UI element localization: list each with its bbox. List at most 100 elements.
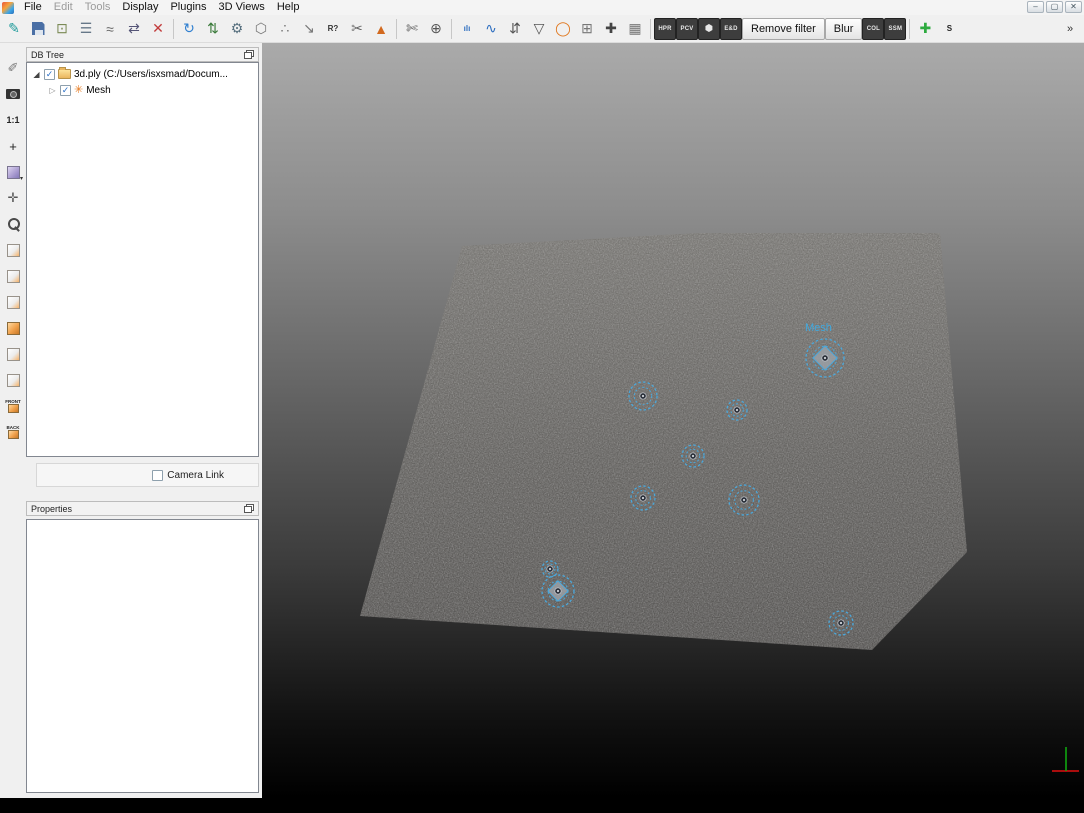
hpr-button[interactable]: HPR xyxy=(654,18,676,40)
view-bottom-button[interactable] xyxy=(2,369,24,391)
blur-button[interactable]: Blur xyxy=(825,18,863,40)
segment-button[interactable]: ✂ xyxy=(345,17,369,41)
pivot-center-button[interactable]: + xyxy=(2,135,24,157)
point-picking-button[interactable]: ⇅ xyxy=(201,17,225,41)
toolbar-overflow-button[interactable]: » xyxy=(1058,17,1082,41)
rotate-button[interactable]: ↻ xyxy=(177,17,201,41)
trace-polyline-button[interactable]: ≈ xyxy=(98,17,122,41)
3d-viewport[interactable]: Mesh xyxy=(262,43,1084,798)
front-view-button[interactable]: FRONT xyxy=(2,395,24,417)
view-back-face-button[interactable] xyxy=(2,343,24,365)
add-sf-button[interactable]: ✚ xyxy=(599,17,623,41)
view-left-button[interactable] xyxy=(2,291,24,313)
sf-gradient-button[interactable]: ∿ xyxy=(479,17,503,41)
properties-title: Properties xyxy=(31,504,72,514)
rotate-center-button[interactable]: ⊕ xyxy=(424,17,448,41)
edl-button[interactable]: E&D xyxy=(720,18,742,40)
camera-link-checkbox[interactable] xyxy=(152,470,163,481)
resample-button[interactable]: ↘ xyxy=(297,17,321,41)
save-button[interactable] xyxy=(26,17,50,41)
expander-icon[interactable]: ◢ xyxy=(32,70,41,79)
compute-normals-button[interactable]: ⚙ xyxy=(225,17,249,41)
filter-by-value-icon: ▽ xyxy=(534,20,545,37)
back-view-button[interactable]: BACK xyxy=(2,421,24,443)
open-button[interactable]: ✎ xyxy=(2,17,26,41)
pcv-button[interactable]: PCV xyxy=(676,18,698,40)
mesh-checkbox[interactable]: ✓ xyxy=(60,85,71,96)
menu-tools[interactable]: Tools xyxy=(79,0,117,15)
toolbar-separator xyxy=(909,19,910,39)
tree-row-mesh[interactable]: ▷ ✓ ✳ Mesh xyxy=(27,82,258,98)
grid-button[interactable]: ▦ xyxy=(623,17,647,41)
sphere-tool-icon: ◯ xyxy=(555,20,571,37)
menu-display[interactable]: Display xyxy=(116,0,164,15)
maximize-button[interactable]: ▢ xyxy=(1046,1,1063,13)
delete-icon: ✕ xyxy=(152,20,164,37)
properties-list-icon: ☰ xyxy=(80,20,93,37)
minimize-button[interactable]: – xyxy=(1027,1,1044,13)
s-tool-button[interactable]: S xyxy=(937,17,961,41)
trace-polyline-icon: ≈ xyxy=(106,21,114,37)
float-panel-icon[interactable] xyxy=(244,504,254,513)
sphere-tool-button[interactable]: ◯ xyxy=(551,17,575,41)
green-plus-icon: ✚ xyxy=(919,20,931,37)
float-panel-icon[interactable] xyxy=(244,50,254,59)
view-top-button[interactable] xyxy=(2,239,24,261)
pan-button[interactable]: ✛ xyxy=(2,187,24,209)
db-tree-title: DB Tree xyxy=(31,50,64,60)
view-right-button[interactable] xyxy=(2,317,24,339)
iso-view-button[interactable]: ▾ xyxy=(2,161,24,183)
mesh-3d-label: Mesh xyxy=(805,322,832,334)
hex-shader-button[interactable]: ⬢ xyxy=(698,18,720,40)
root-checkbox[interactable]: ✓ xyxy=(44,69,55,80)
resample-icon: ↘ xyxy=(303,20,315,37)
expander-icon[interactable]: ▷ xyxy=(48,86,57,95)
toolbar-separator xyxy=(173,19,174,39)
col-button[interactable]: COL xyxy=(862,18,884,40)
delete-button[interactable]: ✕ xyxy=(146,17,170,41)
subsample-icon: ∴ xyxy=(281,20,290,37)
db-tree-header[interactable]: DB Tree xyxy=(26,47,259,62)
octree-button[interactable]: ⬡ xyxy=(249,17,273,41)
root-label[interactable]: 3d.ply (C:/Users/isxsmad/Docum... xyxy=(74,69,228,80)
screenshot-button[interactable] xyxy=(2,83,24,105)
chevron-down-icon[interactable]: ▾ xyxy=(20,175,23,182)
toolbar-separator xyxy=(650,19,651,39)
tree-row-root[interactable]: ◢ ✓ 3d.ply (C:/Users/isxsmad/Docum... xyxy=(27,66,258,82)
main-area: ✐ 1:1 + ▾ ✛ FRONT BACK DB Tree ◢ ✓ 3d.ply (C:/… xyxy=(0,43,1084,798)
menu-help[interactable]: Help xyxy=(271,0,306,15)
menu-edit[interactable]: Edit xyxy=(48,0,79,15)
mesh-icon: ✳ xyxy=(74,85,83,96)
zoom-button[interactable] xyxy=(2,213,24,235)
remove-filter-button[interactable]: Remove filter xyxy=(742,18,825,40)
menu-file[interactable]: File xyxy=(18,0,48,15)
properties-list-button[interactable]: ☰ xyxy=(74,17,98,41)
menu-3d-views[interactable]: 3D Views xyxy=(213,0,271,15)
box-grid-button[interactable]: ⊞ xyxy=(575,17,599,41)
box-grid-icon: ⊞ xyxy=(581,20,593,37)
menu-items: FileEditToolsDisplayPlugins3D ViewsHelp xyxy=(18,0,305,15)
primitive-factory-button[interactable]: ▲ xyxy=(369,17,393,41)
histogram-icon: ılı xyxy=(464,24,471,33)
histogram-button[interactable]: ılı xyxy=(455,17,479,41)
translate-button[interactable]: ⇄ xyxy=(122,17,146,41)
pick-tool-button[interactable]: ✐ xyxy=(2,57,24,79)
back-view-icon xyxy=(8,430,19,439)
view-front-face-button[interactable] xyxy=(2,265,24,287)
camera-link-bar: Camera Link xyxy=(36,463,259,487)
close-button[interactable]: ✕ xyxy=(1065,1,1082,13)
mesh-label[interactable]: Mesh xyxy=(86,85,110,96)
point-list-picking-button[interactable]: R? xyxy=(321,17,345,41)
green-plus-button[interactable]: ✚ xyxy=(913,17,937,41)
subsample-button[interactable]: ∴ xyxy=(273,17,297,41)
properties-header[interactable]: Properties xyxy=(26,501,259,516)
zoom-fit-button[interactable]: 1:1 xyxy=(2,109,24,131)
view-bottom-icon xyxy=(7,374,20,387)
sf-min-max-button[interactable]: ⇵ xyxy=(503,17,527,41)
filter-by-value-button[interactable]: ▽ xyxy=(527,17,551,41)
menu-plugins[interactable]: Plugins xyxy=(164,0,212,15)
clone-button[interactable]: ⊡ xyxy=(50,17,74,41)
ssao-button[interactable]: SSM xyxy=(884,18,906,40)
scalpel-button[interactable]: ✄ xyxy=(400,17,424,41)
view-toolbar: ✐ 1:1 + ▾ ✛ FRONT BACK xyxy=(0,43,26,798)
